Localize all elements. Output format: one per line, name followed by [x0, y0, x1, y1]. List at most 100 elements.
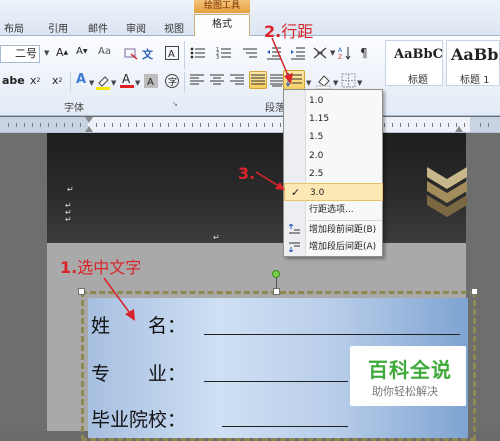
line-spacing-value: 3.0 — [310, 188, 325, 198]
chevron-down-icon[interactable]: ▼ — [306, 79, 311, 87]
clear-format-icon[interactable] — [124, 46, 138, 60]
svg-text:A: A — [147, 77, 154, 88]
ribbon-tab-bar: 布局 引用 邮件 审阅 视图 绘图工具 格式 — [0, 0, 500, 36]
chevron-down-icon[interactable]: ▼ — [44, 49, 49, 57]
svg-text:字: 字 — [168, 76, 177, 88]
text-effects-icon[interactable]: A — [76, 72, 86, 87]
horizontal-ruler[interactable] — [0, 117, 500, 133]
step1-annotation: 1.选中文字 — [60, 254, 141, 278]
tab-view[interactable]: 视图 — [164, 20, 184, 35]
step1-text: 选中文字 — [77, 258, 142, 277]
field-underline — [204, 381, 348, 382]
tab-format[interactable]: 格式 — [194, 14, 250, 36]
bullets-icon[interactable] — [190, 46, 206, 60]
line-spacing-option[interactable]: 1.5 — [284, 128, 383, 146]
tab-layout[interactable]: 布局 — [4, 20, 24, 35]
resize-handle[interactable] — [273, 288, 280, 295]
shading-icon[interactable] — [316, 73, 332, 89]
phonetic-guide-icon[interactable]: 文 — [142, 46, 153, 62]
justify-icon[interactable] — [249, 71, 267, 89]
align-right-icon[interactable] — [230, 74, 244, 87]
paragraph-mark: ↵ — [213, 233, 220, 242]
style-sample: AaBb — [451, 45, 499, 64]
space-after-icon — [289, 242, 300, 252]
change-case-icon[interactable]: Aa — [98, 46, 111, 57]
line-spacing-options-item[interactable]: 行距选项... — [284, 201, 383, 219]
paragraph-group-label: 段落 — [265, 103, 285, 114]
highlight-icon[interactable] — [96, 74, 110, 90]
asian-layout-icon[interactable] — [312, 46, 328, 60]
step1-arrow-icon — [103, 277, 135, 321]
line-spacing-option[interactable]: 1.15 — [284, 110, 383, 128]
watermark-logo: 百科全说 助你轻松解决 — [350, 346, 466, 406]
superscript-icon[interactable]: x2 — [52, 74, 62, 87]
field-underline — [204, 334, 460, 335]
tab-review[interactable]: 审阅 — [126, 20, 146, 35]
rotation-handle[interactable] — [272, 270, 280, 278]
align-left-icon[interactable] — [190, 74, 204, 87]
line-spacing-menu: 1.0 1.15 1.5 2.0 2.5 ✓ 3.0 行距选项... 增加段前间… — [283, 89, 383, 257]
svg-text:3: 3 — [216, 55, 219, 60]
font-size-value: 二号 — [15, 47, 37, 60]
add-space-before-label: 增加段前间距(B) — [309, 225, 377, 235]
subscript-icon[interactable]: abe — [2, 74, 25, 87]
chevron-down-icon[interactable]: ▼ — [333, 79, 338, 87]
workspace-margin — [0, 133, 47, 431]
step2-arrow-icon — [271, 37, 293, 84]
chevron-down-icon[interactable]: ▼ — [135, 79, 140, 87]
indent-marker[interactable] — [455, 126, 463, 132]
font-size-select[interactable]: 二号 — [0, 45, 40, 63]
watermark-subtitle: 助你轻松解决 — [372, 385, 438, 398]
line-spacing-option[interactable]: 2.5 — [284, 165, 383, 183]
ribbon: 二号 ▼ A ▲ A ▼ Aa 文 A 123 ▼ AZ ¶ AaBbC 标题 Aa… — [0, 36, 500, 116]
line-spacing-option[interactable]: 2.0 — [284, 147, 383, 165]
align-center-icon[interactable] — [210, 74, 224, 87]
step1-number: 1. — [60, 258, 78, 277]
paragraph-mark: ↵ — [65, 215, 72, 224]
style-heading-1[interactable]: AaBb 标题 1 — [446, 40, 500, 86]
tab-references[interactable]: 引用 — [48, 20, 68, 35]
indent-marker[interactable] — [85, 126, 93, 132]
font-color-icon[interactable]: A — [120, 72, 134, 89]
grow-font-icon[interactable]: A ▲ — [56, 46, 68, 59]
enclose-char-icon[interactable]: 字 — [164, 73, 180, 89]
chevron-down-icon[interactable]: ▼ — [89, 79, 94, 87]
chevron-down-icon[interactable]: ▼ — [357, 79, 362, 87]
space-before-icon — [289, 224, 300, 234]
subscript-icon[interactable]: x2 — [30, 74, 40, 87]
svg-text:A: A — [122, 72, 131, 86]
add-space-after-item[interactable]: 增加段后间距(A) — [284, 238, 383, 256]
paragraph-mark: ↵ — [67, 185, 74, 194]
multilevel-list-icon[interactable] — [242, 46, 258, 60]
shrink-font-icon[interactable]: A ▼ — [76, 46, 87, 57]
style-sample: AaBbC — [394, 47, 443, 62]
style-name: 标题 1 — [460, 75, 490, 86]
resize-handle[interactable] — [471, 288, 478, 295]
chevron-down-icon[interactable]: ▼ — [330, 49, 335, 57]
checkmark-icon: ✓ — [291, 186, 301, 199]
char-shading-icon[interactable]: A — [144, 74, 158, 88]
tab-mailings[interactable]: 邮件 — [88, 20, 108, 35]
svg-text:Z: Z — [338, 54, 342, 60]
indent-marker[interactable] — [85, 117, 93, 123]
line-spacing-option[interactable]: 1.0 — [284, 92, 383, 110]
style-normal-title[interactable]: AaBbC 标题 — [385, 40, 443, 86]
field-underline — [222, 426, 348, 427]
numbering-icon[interactable]: 123 — [216, 46, 232, 60]
field-label-school: 毕业院校： — [91, 409, 187, 431]
step3-number: 3. — [238, 164, 256, 183]
char-border-icon[interactable]: A — [164, 45, 180, 61]
resize-handle[interactable] — [78, 288, 85, 295]
step3-annotation: 3. — [238, 164, 255, 183]
svg-text:A: A — [168, 49, 175, 60]
borders-icon[interactable] — [341, 73, 356, 88]
sort-icon[interactable]: AZ — [338, 46, 352, 60]
line-spacing-option-checked[interactable]: ✓ 3.0 — [284, 183, 383, 201]
watermark-title: 百科全说 — [368, 358, 452, 382]
font-group-label: 字体 — [64, 103, 84, 114]
chevron-down-icon[interactable]: ▼ — [111, 79, 116, 87]
add-space-after-label: 增加段后间距(A) — [309, 242, 377, 252]
dialog-launcher-icon[interactable]: ↘ — [172, 100, 178, 108]
show-marks-icon[interactable]: ¶ — [360, 46, 368, 60]
add-space-before-item[interactable]: 增加段前间距(B) — [284, 221, 383, 239]
